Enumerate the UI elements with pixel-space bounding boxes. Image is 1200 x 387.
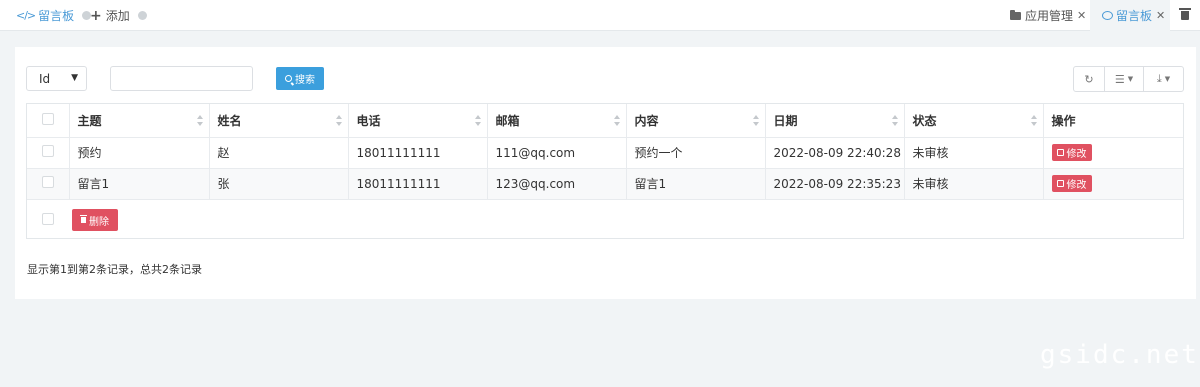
tab-label: 应用管理	[1025, 9, 1074, 23]
tab-label: 添加	[105, 9, 130, 23]
column-header-email[interactable]: 邮箱	[487, 104, 627, 138]
export-button[interactable]: ⤓ ▼	[1144, 67, 1183, 91]
column-header-label: 操作	[1051, 113, 1076, 128]
search-field-value: Id	[39, 71, 51, 86]
cell-phone: 18011111111	[348, 137, 488, 169]
list-icon: ☰	[1114, 72, 1125, 86]
column-header-label: 电话	[356, 113, 381, 128]
close-icon[interactable]: ✕	[1077, 9, 1086, 22]
column-header-action: 操作	[1043, 104, 1183, 138]
edit-icon	[1056, 180, 1064, 187]
chevron-down-icon: ▼	[71, 73, 78, 83]
column-header-phone[interactable]: 电话	[348, 104, 488, 138]
cell-action: 修改	[1043, 137, 1183, 169]
column-header-status[interactable]: 状态	[904, 104, 1044, 138]
column-header-subject[interactable]: 主题	[69, 104, 210, 138]
sort-icon	[613, 115, 620, 126]
plus-icon: +	[90, 7, 102, 24]
data-table: 主题 姓名 电话 邮箱 内容 日期 状态 操作 预约 赵 18011111111…	[26, 103, 1184, 239]
cell-subject: 预约	[69, 137, 210, 169]
tab-label: 留言板	[1116, 9, 1153, 23]
tab-label: 留言板	[38, 9, 75, 23]
column-header-name[interactable]: 姓名	[209, 104, 349, 138]
sort-icon	[1030, 115, 1037, 126]
edit-icon	[1056, 149, 1064, 156]
table-header-row: 主题 姓名 电话 邮箱 内容 日期 状态 操作	[27, 104, 1183, 138]
close-all-tabs-button[interactable]	[1170, 0, 1200, 31]
cell-email: 111@qq.com	[487, 137, 627, 169]
close-icon[interactable]: ✕	[1156, 9, 1165, 22]
select-all-cell	[27, 104, 70, 138]
column-header-content[interactable]: 内容	[626, 104, 766, 138]
trash-icon	[80, 215, 87, 223]
cell-status: 未审核	[904, 137, 1044, 169]
sort-icon	[196, 115, 203, 126]
download-icon: ⤓	[1156, 72, 1162, 85]
refresh-button[interactable]: ↻	[1074, 67, 1105, 91]
cell-subject: 留言1	[69, 168, 210, 200]
delete-button-label: 删除	[89, 216, 109, 228]
cell-phone: 18011111111	[348, 168, 488, 200]
column-header-label: 姓名	[217, 113, 242, 128]
cell-date: 2022-08-09 22:35:23	[765, 168, 905, 200]
cell-status: 未审核	[904, 168, 1044, 200]
row-checkbox[interactable]	[42, 176, 54, 188]
chevron-down-icon: ▼	[1164, 75, 1171, 83]
cell-content: 留言1	[626, 168, 766, 200]
delete-button[interactable]: 删除	[72, 209, 118, 231]
code-icon: </>	[16, 9, 36, 22]
column-header-date[interactable]: 日期	[765, 104, 905, 138]
column-header-label: 内容	[634, 113, 659, 128]
sort-icon	[335, 115, 342, 126]
edit-button[interactable]: 修改	[1051, 175, 1092, 192]
edit-button-label: 修改	[1066, 149, 1087, 160]
cell-action: 修改	[1043, 168, 1183, 200]
column-header-label: 状态	[912, 113, 937, 128]
top-tab-bar: </> 留言板 + 添加 应用管理 ✕ 留言板 ✕	[0, 0, 1200, 31]
chevron-down-icon: ▼	[1127, 75, 1134, 83]
select-all-checkbox[interactable]	[42, 112, 54, 125]
tab-add[interactable]: + 添加	[90, 0, 147, 31]
tab-message-board-active[interactable]: 留言板 ✕	[1090, 0, 1170, 31]
trash-icon	[1179, 8, 1191, 20]
folder-icon	[1010, 9, 1021, 20]
close-dot-icon[interactable]	[137, 11, 147, 20]
column-header-label: 主题	[77, 113, 102, 128]
search-button-label: 搜索	[295, 75, 315, 86]
sort-icon	[752, 115, 759, 126]
pagination-summary: 显示第1到第2条记录，总共2条记录	[27, 263, 202, 276]
row-select-cell	[27, 168, 70, 200]
edit-button[interactable]: 修改	[1051, 144, 1092, 161]
search-input[interactable]	[110, 66, 253, 91]
watermark: gsidc.net.cn	[1040, 340, 1200, 370]
cell-content: 预约一个	[626, 137, 766, 169]
tab-message-board[interactable]: </> 留言板	[16, 0, 92, 31]
sort-icon	[474, 115, 481, 126]
search-button[interactable]: 搜索	[276, 67, 324, 90]
table-row: 留言1 张 18011111111 123@qq.com 留言1 2022-08…	[27, 168, 1183, 200]
footer-select-checkbox[interactable]	[42, 213, 54, 225]
search-icon	[285, 75, 292, 82]
table-toolbar: ↻ ☰ ▼ ⤓ ▼	[1073, 66, 1184, 92]
comment-icon	[1102, 11, 1113, 20]
cell-email: 123@qq.com	[487, 168, 627, 200]
columns-button[interactable]: ☰ ▼	[1105, 67, 1144, 91]
table-row: 预约 赵 18011111111 111@qq.com 预约一个 2022-08…	[27, 137, 1183, 169]
column-header-label: 日期	[773, 113, 798, 128]
sort-icon	[891, 115, 898, 126]
tab-app-management[interactable]: 应用管理 ✕	[1010, 0, 1086, 31]
cell-date: 2022-08-09 22:40:28	[765, 137, 905, 169]
row-checkbox[interactable]	[42, 145, 54, 157]
edit-button-label: 修改	[1066, 180, 1087, 191]
cell-name: 赵	[209, 137, 349, 169]
column-header-label: 邮箱	[495, 113, 520, 128]
table-footer: 删除	[27, 201, 1183, 239]
search-field-select[interactable]: Id ▼	[26, 66, 87, 91]
row-select-cell	[27, 137, 70, 169]
refresh-icon: ↻	[1084, 72, 1094, 86]
cell-name: 张	[209, 168, 349, 200]
